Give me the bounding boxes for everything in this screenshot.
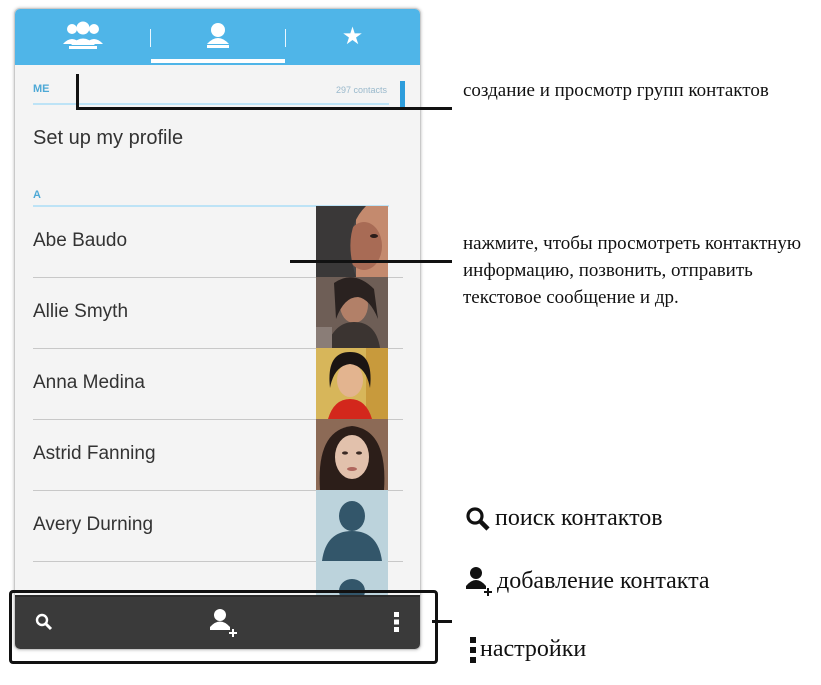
contact-photo <box>316 419 388 490</box>
contact-row[interactable]: Allie Smyth <box>33 277 403 349</box>
contact-row[interactable]: Avery Durning <box>33 490 403 562</box>
contact-name: Astrid Fanning <box>33 443 156 464</box>
tab-groups[interactable] <box>15 9 150 65</box>
search-legend: поиск контактов <box>465 505 663 532</box>
settings-legend: настройки <box>470 636 586 663</box>
contact-count: 297 contacts <box>335 85 387 95</box>
add-legend-text: добавление контакта <box>497 567 710 594</box>
callout-line-bottom <box>432 620 452 623</box>
contact-row[interactable]: Abe Baudo <box>33 206 403 278</box>
setup-profile-item[interactable]: Set up my profile <box>33 127 183 150</box>
tab-favorites[interactable]: ★ <box>285 9 420 65</box>
person-icon <box>205 21 231 54</box>
search-icon <box>465 506 491 532</box>
contact-annotation: нажмите, чтобы просмотреть контактную ин… <box>463 233 802 308</box>
contact-name: Allie Smyth <box>33 301 129 322</box>
groups-annotation: создание и просмотр групп контактов <box>463 80 769 101</box>
me-header: ME <box>33 83 50 95</box>
contact-row[interactable]: Anna Medina <box>33 348 403 420</box>
scrollbar[interactable] <box>400 81 405 107</box>
contact-name: Abe Baudo <box>33 230 128 251</box>
groups-icon <box>59 20 107 55</box>
add-legend: добавление контакта <box>465 565 710 597</box>
search-legend-text: поиск контактов <box>495 505 663 531</box>
contact-name: Anna Medina <box>33 372 145 393</box>
section-letter: A <box>33 189 41 201</box>
selected-tab-indicator <box>151 59 285 63</box>
section-header-a: A <box>33 185 389 207</box>
contact-photo <box>316 206 388 277</box>
bottom-bar-highlight <box>9 590 438 664</box>
star-icon: ★ <box>341 23 364 50</box>
callout-line-groups <box>76 107 452 110</box>
settings-legend-text: настройки <box>480 636 587 662</box>
tab-bar: ★ <box>15 9 420 65</box>
callout-line-groups <box>76 74 79 108</box>
me-section-header: ME 297 contacts <box>33 79 389 105</box>
contact-name: Avery Durning <box>33 514 154 535</box>
contact-photo <box>316 277 388 348</box>
add-contact-icon <box>465 565 493 597</box>
contact-photo-placeholder <box>316 490 388 561</box>
contact-photo <box>316 348 388 419</box>
callout-line-contact <box>290 260 452 263</box>
tab-contacts[interactable] <box>150 9 285 65</box>
contact-row[interactable]: Astrid Fanning <box>33 419 403 491</box>
overflow-menu-icon <box>470 636 476 663</box>
